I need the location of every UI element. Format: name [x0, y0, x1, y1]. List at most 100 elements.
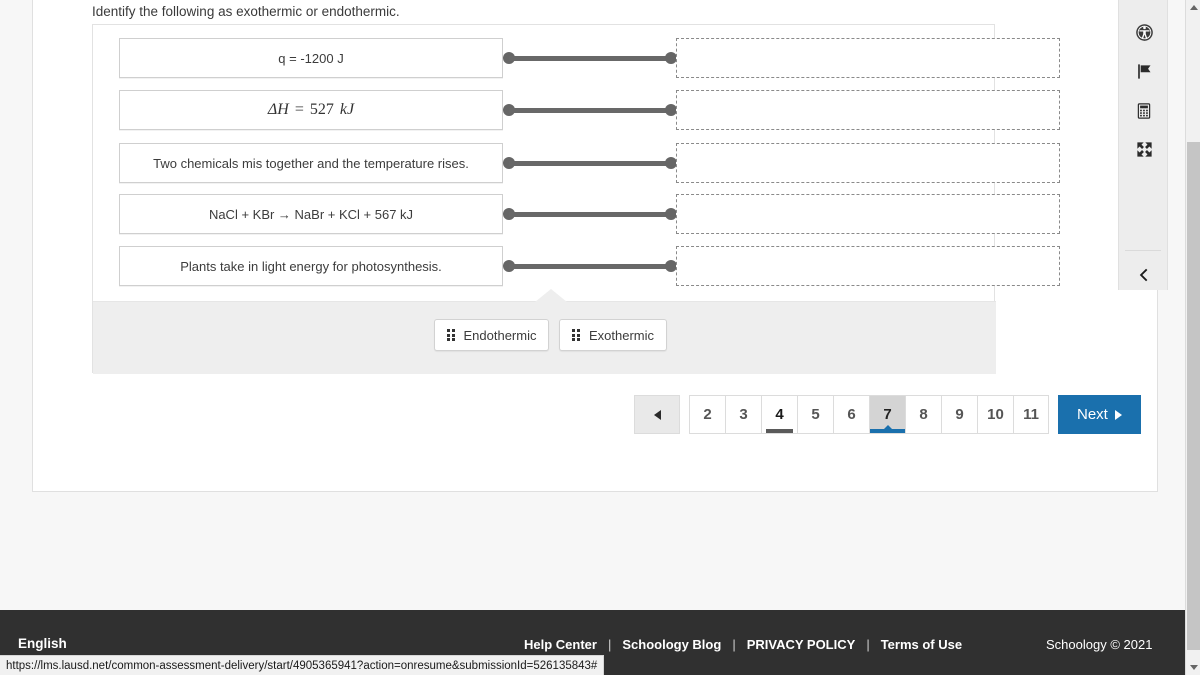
- tool-rail: [1118, 0, 1168, 290]
- footer-separator: |: [607, 637, 612, 652]
- collapse-rail-button[interactable]: [1119, 255, 1169, 294]
- triangle-down-icon: [1189, 665, 1198, 670]
- page-number-label: 4: [775, 406, 784, 423]
- matching-row: q = -1200 J: [93, 38, 1060, 78]
- answer-drop-zone[interactable]: [676, 90, 1060, 130]
- page-button-2[interactable]: 2: [689, 395, 725, 434]
- connector-bar: [509, 160, 671, 166]
- prompt-item-math-value: 527: [309, 101, 334, 118]
- calculator-icon: [1137, 102, 1151, 119]
- page-scrollbar[interactable]: [1185, 0, 1200, 675]
- answer-drop-zone[interactable]: [676, 143, 1060, 183]
- footer-link-schoology-blog[interactable]: Schoology Blog: [622, 637, 721, 652]
- prompt-item-math-unit: kJ: [339, 101, 355, 118]
- prompt-item: NaCl + KBr → NaBr + KCl + 567 kJ: [119, 194, 503, 234]
- tool-rail-divider: [1125, 250, 1161, 251]
- prompt-item: Two chemicals mis together and the tempe…: [119, 143, 503, 183]
- answer-drop-zone[interactable]: [676, 246, 1060, 286]
- language-selector[interactable]: English: [18, 636, 67, 651]
- matching-rows: q = -1200 J ΔH = 527 kJ Two chemicals mi…: [93, 25, 1060, 301]
- flag-icon: [1137, 64, 1151, 79]
- footer-link-terms-of-use[interactable]: Terms of Use: [881, 637, 962, 652]
- match-connector[interactable]: [503, 208, 677, 220]
- accessibility-icon: [1135, 24, 1153, 41]
- page-number-label: 8: [919, 406, 928, 423]
- page-number-label: 5: [811, 406, 820, 423]
- page-button-5[interactable]: 5: [797, 395, 833, 434]
- page-button-7[interactable]: 7: [869, 395, 905, 434]
- matching-row: Two chemicals mis together and the tempe…: [93, 143, 1060, 183]
- scroll-down-button[interactable]: [1186, 660, 1200, 675]
- status-bar-link-preview: https://lms.lausd.net/common-assessment-…: [0, 655, 605, 675]
- page-number-label: 10: [987, 406, 1004, 423]
- page-button-10[interactable]: 10: [977, 395, 1013, 434]
- answer-drop-zone[interactable]: [676, 38, 1060, 78]
- app-root: Identify the following as exothermic or …: [0, 0, 1200, 675]
- page-button-4[interactable]: 4: [761, 395, 797, 434]
- triangle-right-icon: [1114, 409, 1122, 420]
- tray-notch-icon: [535, 289, 567, 302]
- match-connector[interactable]: [503, 104, 677, 116]
- answer-token-label: Endothermic: [463, 327, 537, 343]
- page-button-8[interactable]: 8: [905, 395, 941, 434]
- scrollbar-thumb[interactable]: [1187, 142, 1200, 650]
- match-connector[interactable]: [503, 260, 677, 272]
- connector-bar: [509, 211, 671, 217]
- footer-copyright: Schoology © 2021: [1046, 637, 1153, 652]
- match-connector[interactable]: [503, 52, 677, 64]
- connector-bar: [509, 55, 671, 61]
- page-button-9[interactable]: 9: [941, 395, 977, 434]
- page-number-label: 7: [883, 406, 892, 423]
- page-button-6[interactable]: 6: [833, 395, 869, 434]
- drag-handle-icon[interactable]: [447, 329, 455, 341]
- page-button-11[interactable]: 11: [1013, 395, 1049, 434]
- footer-separator: |: [866, 637, 870, 652]
- prompt-item-math-delta: ΔH: [267, 101, 289, 118]
- page-number-label: 3: [739, 406, 748, 423]
- accessibility-button[interactable]: [1119, 13, 1169, 52]
- next-button-label: Next: [1077, 406, 1108, 423]
- triangle-up-icon: [1189, 5, 1198, 10]
- page-number-label: 11: [1023, 406, 1039, 423]
- connector-bar: [509, 107, 671, 113]
- previous-page-button[interactable]: [634, 395, 680, 434]
- answer-token-label: Exothermic: [588, 327, 655, 343]
- chevron-left-icon: [1139, 268, 1148, 281]
- assessment-card: Identify the following as exothermic or …: [32, 0, 1158, 492]
- page-number-label: 2: [703, 406, 712, 423]
- footer-link-privacy-policy[interactable]: PRIVACY POLICY: [747, 637, 856, 652]
- matching-row: Plants take in light energy for photosyn…: [93, 246, 1060, 286]
- answer-token-endothermic[interactable]: Endothermic: [434, 319, 550, 351]
- prompt-item: ΔH = 527 kJ: [119, 90, 503, 130]
- footer-link-help-center[interactable]: Help Center: [524, 637, 597, 652]
- drag-handle-icon[interactable]: [572, 329, 580, 341]
- match-connector[interactable]: [503, 157, 677, 169]
- page-number-label: 6: [847, 406, 856, 423]
- prompt-item: Plants take in light energy for photosyn…: [119, 246, 503, 286]
- prompt-item: q = -1200 J: [119, 38, 503, 78]
- matching-row: NaCl + KBr → NaBr + KCl + 567 kJ: [93, 194, 1060, 234]
- next-page-button[interactable]: Next: [1058, 395, 1141, 434]
- page-button-3[interactable]: 3: [725, 395, 761, 434]
- answer-token-list: Endothermic Exothermic: [434, 319, 668, 351]
- matching-question-region: q = -1200 J ΔH = 527 kJ Two chemicals mi…: [92, 24, 1060, 374]
- calculator-button[interactable]: [1119, 91, 1169, 130]
- matching-row: ΔH = 527 kJ: [93, 90, 1060, 130]
- footer-links: Help Center | Schoology Blog | PRIVACY P…: [524, 637, 962, 652]
- question-prompt: Identify the following as exothermic or …: [92, 4, 400, 19]
- page-number-label: 9: [955, 406, 964, 423]
- answer-drop-zone[interactable]: [676, 194, 1060, 234]
- fullscreen-button[interactable]: [1119, 130, 1169, 169]
- answer-token-exothermic[interactable]: Exothermic: [559, 319, 668, 351]
- prompt-item-math-eq: =: [294, 101, 304, 118]
- connector-bar: [509, 263, 671, 269]
- triangle-left-icon: [653, 409, 661, 420]
- fullscreen-icon: [1136, 142, 1152, 157]
- flag-question-button[interactable]: [1119, 52, 1169, 91]
- current-page-caret-icon: [882, 425, 893, 430]
- page-number-list: 2 3 4 5 6 7 8 9 10 11: [689, 395, 1049, 434]
- footer-separator: |: [732, 637, 736, 652]
- pagination: 2 3 4 5 6 7 8 9 10 11 Next: [634, 395, 1141, 434]
- scroll-up-button[interactable]: [1186, 0, 1200, 15]
- answer-bank-tray: Endothermic Exothermic: [93, 289, 996, 374]
